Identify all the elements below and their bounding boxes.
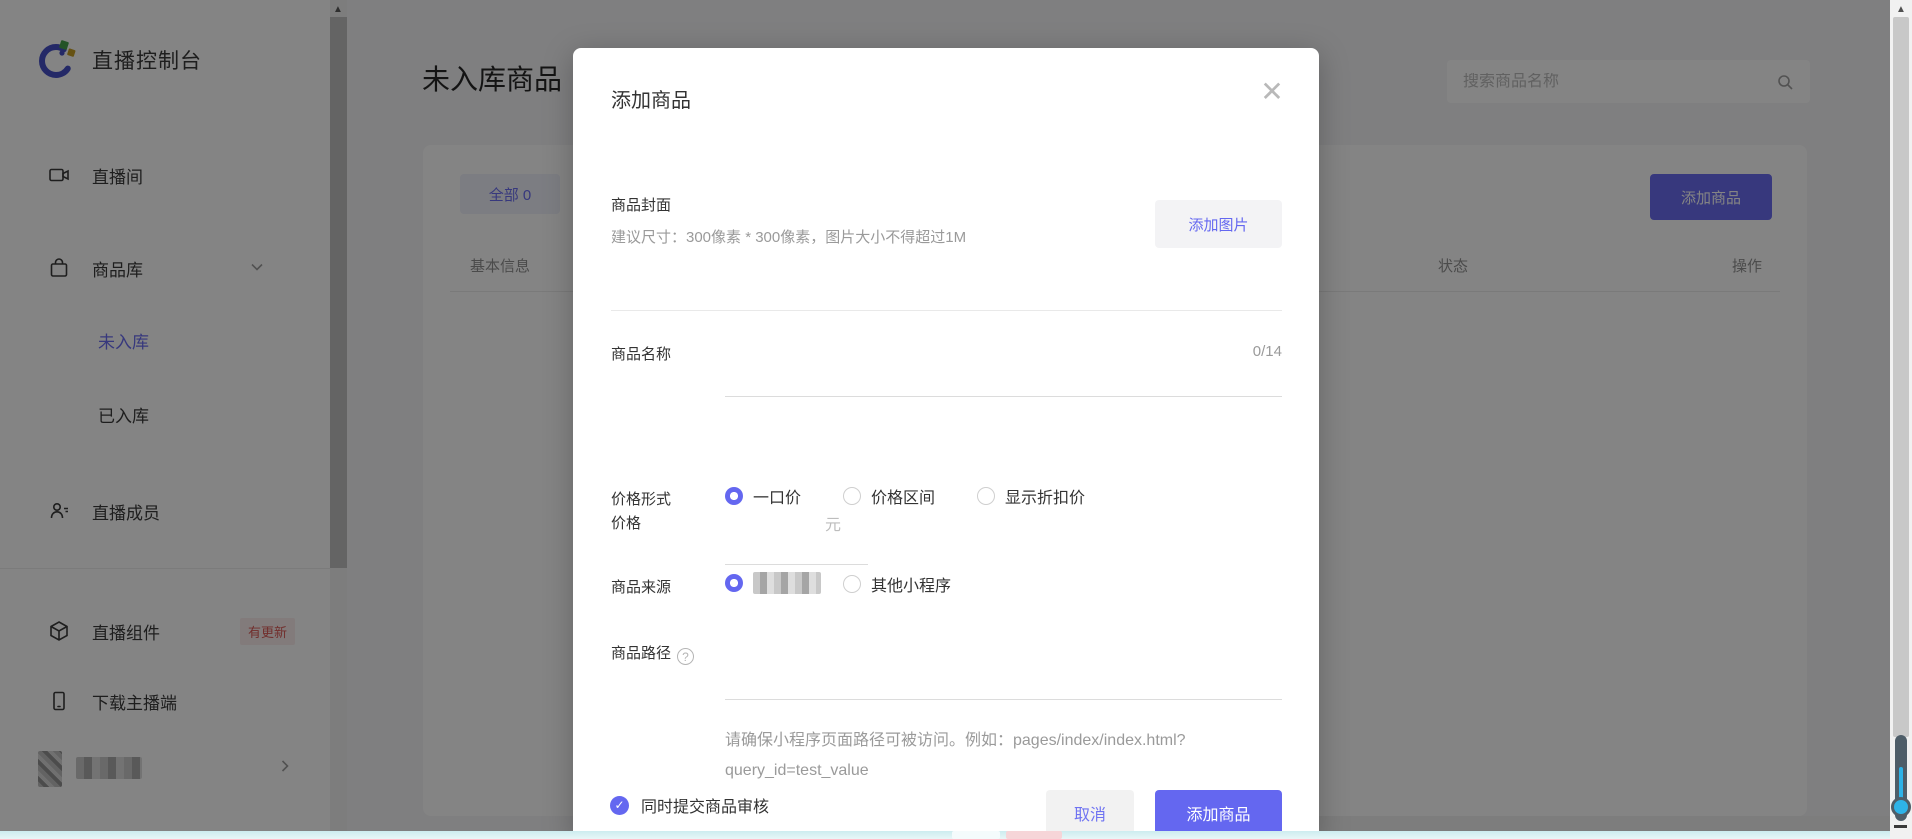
name-char-counter: 0/14 — [1252, 343, 1282, 360]
radio-discount-price[interactable]: 显示折扣价 — [977, 484, 1085, 508]
add-product-modal: 添加商品 ✕ 商品封面 建议尺寸：300像素 * 300像素，图片大小不得超过1… — [573, 48, 1319, 839]
path-help-text: 请确保小程序页面路径可被访问。例如：pages/index/index.html… — [725, 732, 1186, 779]
radio-unselected-icon — [843, 487, 861, 505]
help-question-icon[interactable]: ? — [677, 648, 695, 665]
bottom-strip-white-box — [952, 831, 1000, 839]
close-icon[interactable]: ✕ — [1256, 76, 1288, 108]
cover-hint: 建议尺寸：300像素 * 300像素，图片大小不得超过1M — [611, 229, 967, 246]
name-input[interactable] — [725, 396, 1282, 397]
price-label: 价格 — [611, 515, 642, 532]
add-image-button[interactable]: 添加图片 — [1155, 200, 1282, 248]
source-option-blurred — [753, 572, 821, 594]
confirm-add-product-button[interactable]: 添加商品 — [1155, 790, 1282, 836]
radio-source-other-mini-program[interactable]: 其他小程序 — [843, 572, 951, 596]
name-label: 商品名称 — [611, 346, 672, 363]
radio-price-range[interactable]: 价格区间 — [843, 484, 935, 508]
path-label: 商品路径? — [611, 642, 695, 665]
price-unit: 元 — [825, 517, 842, 534]
source-label: 商品来源 — [611, 579, 672, 596]
scrollbar-bottom-dash — [1894, 825, 1907, 828]
bottom-edge-strip — [0, 831, 1912, 839]
price-input[interactable] — [725, 564, 868, 565]
radio-unselected-icon — [843, 575, 861, 593]
submit-review-checkbox[interactable]: ✓ 同时提交商品审核 — [610, 793, 769, 817]
marker-ball — [1891, 797, 1911, 817]
scroll-up-arrow-icon[interactable]: ▲ — [1896, 4, 1906, 15]
radio-selected-icon — [725, 487, 743, 505]
cover-label: 商品封面 — [611, 197, 672, 214]
price-type-label: 价格形式 — [611, 491, 672, 508]
scroll-position-marker — [1891, 735, 1911, 821]
bottom-strip-pink-box — [1006, 831, 1062, 839]
section-divider — [611, 310, 1282, 311]
radio-source-own-mini-program[interactable] — [725, 572, 821, 594]
checkbox-checked-icon: ✓ — [610, 795, 629, 815]
radio-fixed-price[interactable]: 一口价 — [725, 484, 801, 508]
radio-selected-icon — [725, 574, 743, 592]
path-input[interactable] — [725, 699, 1282, 700]
modal-title: 添加商品 — [611, 90, 691, 112]
cancel-button[interactable]: 取消 — [1046, 790, 1134, 836]
radio-unselected-icon — [977, 487, 995, 505]
browser-scrollbar[interactable]: ▲ — [1890, 0, 1912, 839]
browser-scrollbar-thumb[interactable] — [1893, 17, 1909, 737]
